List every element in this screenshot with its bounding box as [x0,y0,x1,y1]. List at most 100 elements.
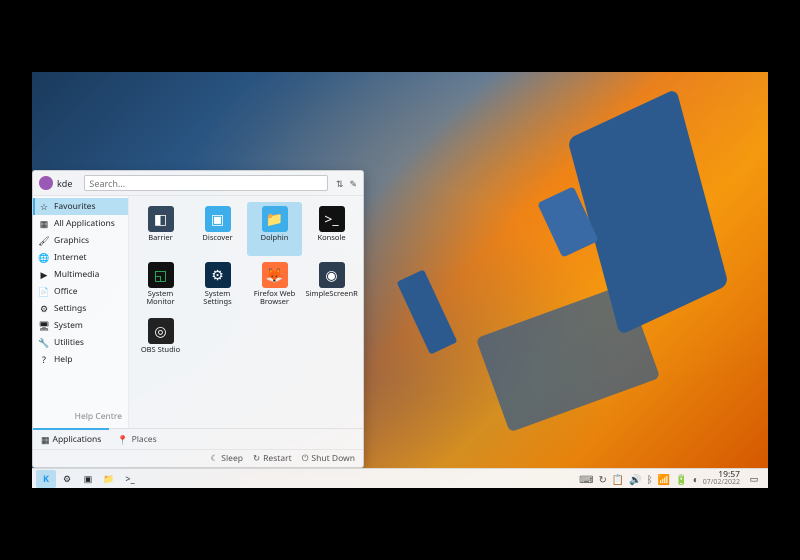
favourites-grid: ◧Barrier ▣ Discover 📁 Dolphin >_ Konsole ◱ Syste… [129,196,363,428]
category-label: Utilities [54,337,84,348]
shutdown-icon: ⏻ [302,453,309,464]
category-system[interactable]: 🖥 System [33,317,128,334]
screen-frame: kde ⇅ ✎ ☆Favourites▦All Applications🖌Gra… [0,0,800,560]
category-favourites[interactable]: ☆ Favourites [33,198,128,215]
category-icon: 🔧 [39,338,49,348]
app-label: Dolphin [261,234,289,242]
wallpaper-shape [397,269,458,354]
app-label: System Settings [192,290,244,307]
category-office[interactable]: 📄 Office [33,283,128,300]
tab-icon: 📍 [117,433,128,446]
app-icon: ◧ [148,206,174,232]
taskbar-system-settings[interactable]: ⚙ [57,470,77,488]
tab-places[interactable]: 📍 Places [109,429,164,449]
category-label: System [54,320,83,331]
keyboard-layout-icon[interactable]: ⌨ [579,472,593,486]
app-icon: ◎ [148,318,174,344]
category-icon: ? [39,355,49,365]
search-input[interactable] [89,177,322,190]
category-icon: ☆ [39,202,49,212]
bluetooth-icon[interactable]: ᛒ [647,472,653,486]
app-system-settings[interactable]: ⚙ System Settings [190,258,245,312]
app-dolphin[interactable]: 📁 Dolphin [247,202,302,256]
sort-icon[interactable]: ⇅ [336,177,344,190]
app-label: OBS Studio [141,346,180,354]
updates-icon[interactable]: ↻ [599,472,607,486]
category-icon: 🌐 [39,253,49,263]
category-icon: 🖥 [39,321,49,331]
category-label: Favourites [54,201,96,212]
tab-icon: ▦ [41,433,50,446]
app-icon: 📁 [262,206,288,232]
app-label: SimpleScreenRecorder [306,290,358,298]
category-settings[interactable]: ⚙ Settings [33,300,128,317]
app-simplescreenrecorder[interactable]: ◉ SimpleScreenRecorder [304,258,359,312]
app-icon: 🦊 [262,262,288,288]
launcher-tabs: ▦Applications 📍 Places [33,428,363,449]
category-label: Help [54,354,73,365]
restart-button[interactable]: ↻Restart [253,453,292,464]
sleep-icon: ☾ [211,453,219,464]
shutdown-button[interactable]: ⏻Shut Down [302,453,355,464]
taskbar: K⚙▣📁>_ ⌨↻📋🔊ᛒ📶🔋◐ 19:57 07/02/2022 ▭ [32,468,768,488]
category-label: Multimedia [54,269,99,280]
category-all-applications[interactable]: ▦All Applications [33,215,128,232]
app-konsole[interactable]: >_ Konsole [304,202,359,256]
category-icon: 🖌 [39,236,49,246]
launcher-header: kde ⇅ ✎ [33,171,363,196]
clipboard-icon[interactable]: 📋 [612,472,624,486]
category-icon: ⚙ [39,304,49,314]
tab-label: Applications [53,434,102,445]
volume-icon[interactable]: 🔊 [629,472,641,486]
sleep-button[interactable]: ☾Sleep [211,453,243,464]
app-icon: ◱ [148,262,174,288]
category-label: All Applications [54,218,115,229]
settings-icon[interactable]: ✎ [349,177,357,190]
category-help[interactable]: ? Help [33,351,128,368]
app-label: System Monitor [135,290,187,307]
app-label: Konsole [317,234,345,242]
app-barrier[interactable]: ◧Barrier [133,202,188,256]
app-system-monitor[interactable]: ◱ System Monitor [133,258,188,312]
app-icon: ▣ [205,206,231,232]
category-sidebar: ☆ Favourites ▦All Applications 🖌 Graphics 🌐 In… [33,196,129,428]
app-icon: ◉ [319,262,345,288]
taskbar-konsole[interactable]: >_ [120,470,140,488]
wallpaper-shape [476,284,661,433]
app-obs-studio[interactable]: ◎ OBS Studio [133,314,188,368]
taskbar-dolphin[interactable]: 📁 [99,470,119,488]
category-multimedia[interactable]: ▶Multimedia [33,266,128,283]
tab-label: Places [132,434,157,445]
category-label: Office [54,286,78,297]
user-avatar[interactable] [39,176,53,190]
search-field[interactable] [84,175,327,191]
category-utilities[interactable]: 🔧 Utilities [33,334,128,351]
system-tray: ⌨↻📋🔊ᛒ📶🔋◐ [579,472,699,486]
user-name: kde [57,177,72,190]
category-label: Settings [54,303,86,314]
app-firefox-web-browser[interactable]: 🦊 Firefox Web Browser [247,258,302,312]
app-icon: ⚙ [205,262,231,288]
network-icon[interactable]: 📶 [658,472,670,486]
desktop[interactable]: kde ⇅ ✎ ☆Favourites▦All Applications🖌Gra… [32,72,768,488]
taskbar-discover[interactable]: ▣ [78,470,98,488]
tab-applications[interactable]: ▦Applications [33,428,109,449]
clock-date: 07/02/2022 [703,479,740,486]
app-icon: >_ [319,206,345,232]
clock[interactable]: 19:57 07/02/2022 [699,471,744,487]
taskbar-app-launcher[interactable]: K [36,470,56,488]
app-label: Discover [202,234,232,242]
app-label: Firefox Web Browser [249,290,301,307]
battery-icon[interactable]: 🔋 [675,472,687,486]
power-row: ☾Sleep ↻Restart ⏻Shut Down [33,449,363,467]
category-label: Graphics [54,235,89,246]
show-desktop-button[interactable]: ▭ [744,470,764,488]
app-discover[interactable]: ▣ Discover [190,202,245,256]
application-launcher: kde ⇅ ✎ ☆Favourites▦All Applications🖌Gra… [32,170,364,468]
category-graphics[interactable]: 🖌 Graphics [33,232,128,249]
category-label: Internet [54,252,87,263]
restart-icon: ↻ [253,453,260,464]
category-internet[interactable]: 🌐 Internet [33,249,128,266]
category-icon: 📄 [39,287,49,297]
help-centre-link[interactable]: Help Centre [33,407,128,426]
